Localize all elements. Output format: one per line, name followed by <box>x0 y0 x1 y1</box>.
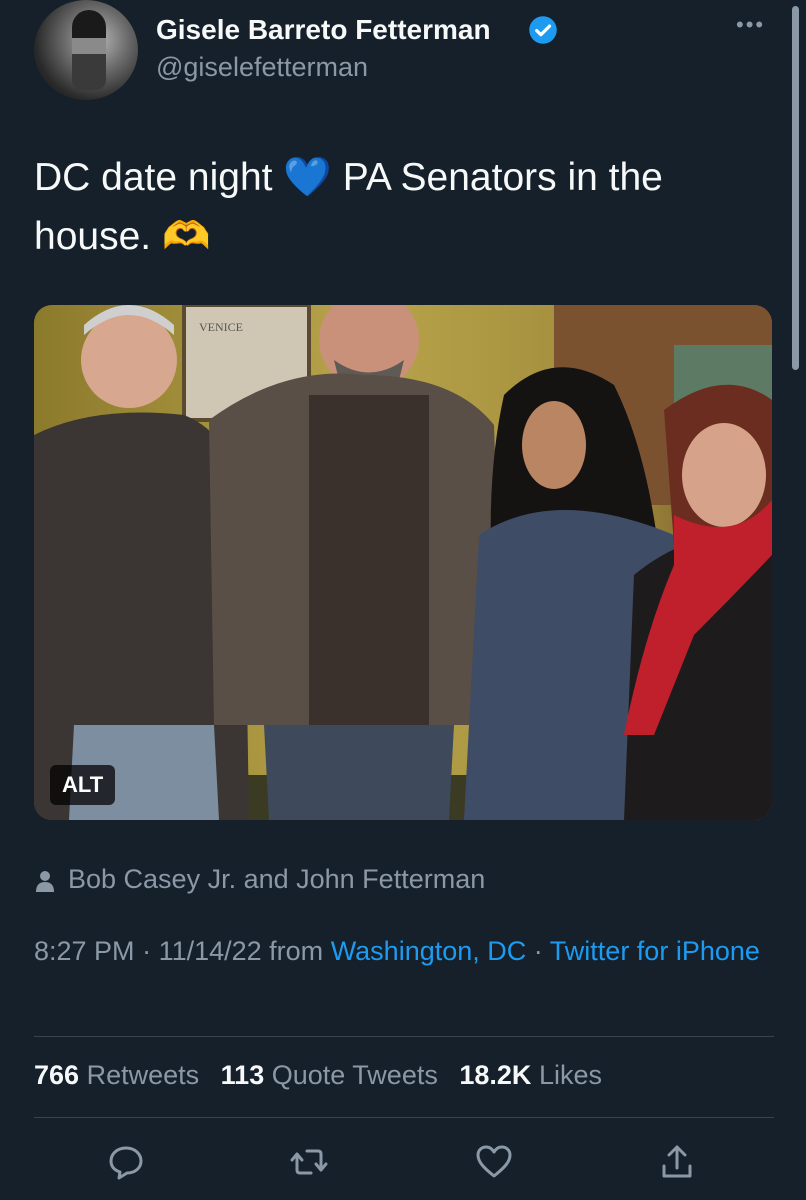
meta-separator: · <box>134 936 159 966</box>
reply-icon[interactable] <box>106 1142 146 1182</box>
scrollbar[interactable] <box>792 6 799 370</box>
tweet-text-part1: DC date night <box>34 156 284 199</box>
retweets-count: 766 <box>34 1060 80 1090</box>
alt-text-badge[interactable]: ALT <box>50 765 116 805</box>
heart-hands-emoji: 🫶 <box>161 215 211 258</box>
tweet-location-link[interactable]: Washington, DC <box>331 936 527 966</box>
quote-tweets-label: Quote Tweets <box>271 1060 438 1090</box>
likes-count: 18.2K <box>459 1060 532 1090</box>
tweet-client-link[interactable]: Twitter for iPhone <box>550 936 760 966</box>
verified-badge-icon <box>529 16 557 44</box>
likes-label: Likes <box>538 1060 602 1090</box>
retweets-label: Retweets <box>86 1060 200 1090</box>
tagged-people[interactable]: Bob Casey Jr. and John Fetterman <box>34 864 485 895</box>
likes-stat[interactable]: 18.2K Likes <box>459 1060 602 1090</box>
author-handle[interactable]: @giselefetterman <box>156 52 368 83</box>
meta-separator: · <box>526 936 550 966</box>
retweets-stat[interactable]: 766 Retweets <box>34 1060 199 1090</box>
photo-illustration: VENICE <box>34 305 772 820</box>
tweet-meta: 8:27 PM · 11/14/22 from Washington, DC ·… <box>34 930 774 972</box>
tweet-text: DC date night 💙 PA Senators in the house… <box>34 148 774 266</box>
quote-tweets-stat[interactable]: 113 Quote Tweets <box>221 1060 438 1090</box>
venice-sign-text: VENICE <box>199 320 243 334</box>
person-icon <box>36 870 54 892</box>
tweet-date: 11/14/22 <box>158 936 262 966</box>
quote-tweets-count: 113 <box>220 1060 265 1090</box>
avatar-photo <box>72 10 106 90</box>
author-display-name[interactable]: Gisele Barreto Fetterman <box>156 14 491 46</box>
blue-heart-emoji: 💙 <box>283 156 332 199</box>
tweet-time: 8:27 PM <box>34 936 135 966</box>
tweet-photo[interactable]: VENICE ALT <box>34 305 772 820</box>
meta-from-word: from <box>261 936 331 966</box>
more-options-icon[interactable]: ••• <box>736 12 765 38</box>
divider <box>34 1036 774 1037</box>
tweet-stats: 766 Retweets 113 Quote Tweets 18.2K Like… <box>34 1060 602 1091</box>
tagged-people-text: Bob Casey Jr. and John Fetterman <box>68 864 486 894</box>
like-icon[interactable] <box>474 1142 514 1182</box>
share-icon[interactable] <box>657 1142 697 1182</box>
avatar[interactable] <box>34 0 138 100</box>
retweet-icon[interactable] <box>289 1142 329 1182</box>
divider <box>34 1117 774 1118</box>
